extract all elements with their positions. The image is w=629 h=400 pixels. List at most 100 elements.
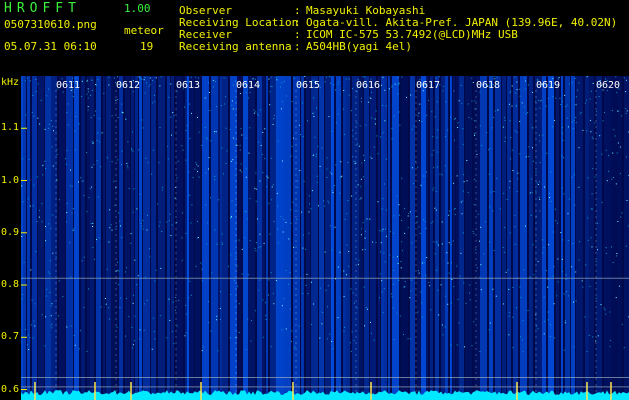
noise-speck [33, 115, 35, 117]
noise-speck [474, 100, 476, 102]
noise-speck [50, 227, 52, 229]
noise-speck [557, 281, 559, 283]
noise-speck [379, 136, 381, 138]
spectrogram-plot[interactable] [21, 76, 629, 400]
noise-speck [49, 292, 51, 293]
noise-speck [211, 272, 213, 274]
noise-speck [515, 92, 517, 94]
noise-speck [35, 78, 37, 80]
noise-speck [35, 250, 37, 252]
noise-speck [370, 98, 372, 99]
noise-speck [25, 328, 27, 330]
noise-speck [489, 147, 491, 149]
noise-speck [255, 172, 257, 174]
noise-speck [625, 113, 627, 114]
noise-speck [197, 165, 199, 167]
noise-speck [384, 261, 386, 263]
noise-speck [433, 187, 435, 189]
noise-streak [103, 76, 105, 400]
noise-speck [539, 100, 541, 102]
noise-speck [33, 320, 35, 322]
noise-speck [198, 176, 200, 178]
noise-speck [404, 281, 406, 283]
noise-speck [216, 106, 217, 107]
noise-speck [120, 103, 122, 105]
noise-speck [573, 346, 575, 348]
noise-speck [382, 198, 384, 200]
noise-speck [562, 271, 563, 273]
noise-speck [50, 315, 52, 317]
noise-streak [143, 76, 150, 400]
noise-speck [111, 229, 113, 231]
noise-speck [382, 132, 384, 134]
noise-speck [162, 186, 164, 188]
noise-speck [604, 112, 605, 114]
noise-speck [350, 350, 352, 352]
noise-speck [601, 202, 603, 203]
noise-speck [434, 116, 436, 118]
noise-streak [139, 76, 142, 400]
time-tick-label: 0617 [416, 80, 441, 91]
noise-speck [375, 242, 377, 244]
noise-speck [474, 108, 476, 110]
noise-speck [381, 291, 383, 293]
noise-speck [407, 215, 409, 217]
noise-speck [108, 318, 110, 320]
noise-speck [398, 111, 400, 113]
noise-speck [454, 213, 456, 215]
noise-speck [433, 241, 435, 243]
noise-speck [560, 232, 562, 234]
noise-speck [214, 179, 215, 181]
noise-speck [538, 196, 540, 198]
noise-speck [166, 221, 168, 223]
noise-streak [222, 76, 228, 400]
noise-speck [239, 169, 241, 171]
noise-speck [171, 330, 173, 332]
noise-speck [504, 119, 506, 121]
noise-speck [578, 186, 580, 188]
noise-speck [168, 96, 170, 98]
noise-speck [26, 344, 28, 346]
noise-speck [240, 163, 242, 165]
noise-speck [259, 180, 261, 182]
noise-speck [277, 242, 279, 244]
noise-speck [466, 180, 468, 182]
noise-speck [147, 162, 149, 164]
noise-speck [288, 238, 290, 240]
noise-speck [382, 76, 384, 78]
noise-streak [502, 76, 506, 400]
noise-speck [542, 134, 544, 136]
noise-speck [389, 254, 391, 256]
noise-streak [435, 76, 439, 400]
noise-speck [504, 136, 506, 138]
noise-speck [353, 340, 355, 342]
noise-speck [454, 118, 456, 120]
noise-speck [230, 294, 232, 295]
noise-speck [269, 91, 271, 93]
noise-speck [79, 330, 81, 332]
noise-speck [141, 225, 143, 227]
noise-speck [272, 292, 274, 294]
noise-speck [464, 346, 465, 348]
noise-speck [445, 135, 446, 137]
noise-speck [386, 209, 387, 211]
noise-speck [176, 325, 178, 327]
noise-streak [293, 76, 300, 400]
noise-speck [550, 171, 552, 173]
noise-speck [280, 108, 282, 110]
noise-speck [479, 91, 481, 93]
noise-speck [476, 267, 478, 269]
noise-speck [456, 175, 458, 177]
noise-speck [359, 198, 361, 200]
noise-speck [229, 337, 231, 339]
noise-speck [578, 147, 580, 149]
noise-speck [282, 101, 284, 103]
noise-speck [264, 128, 266, 130]
noise-speck [575, 271, 577, 273]
noise-speck [335, 164, 337, 166]
noise-streak [417, 76, 419, 400]
noise-speck [426, 257, 428, 258]
noise-speck [206, 138, 208, 140]
noise-speck [285, 270, 287, 271]
noise-speck [371, 117, 373, 119]
